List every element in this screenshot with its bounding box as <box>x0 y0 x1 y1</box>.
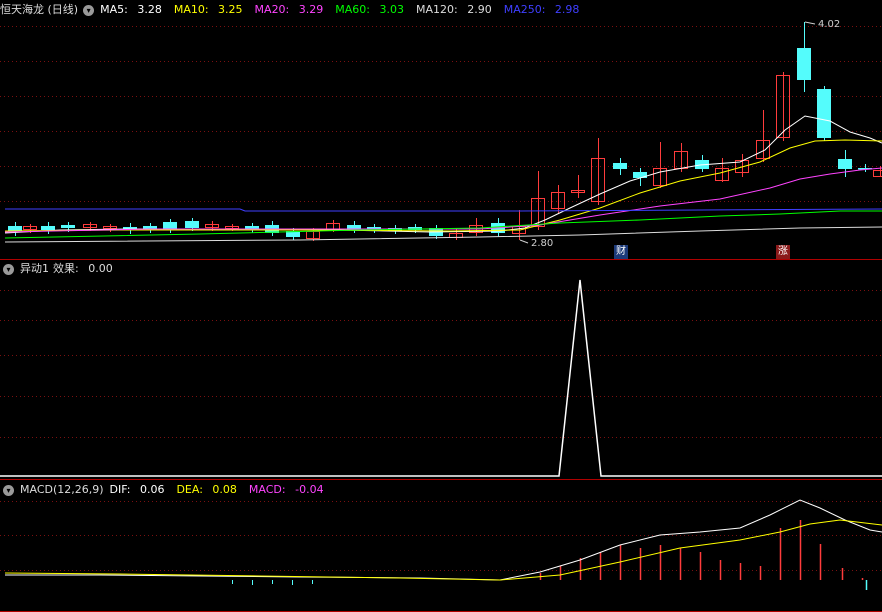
financial-report-badge[interactable]: 财 <box>614 245 628 259</box>
ma5-indicator: MA5: 3.28 <box>100 3 162 16</box>
low-price-label: 2.80 <box>531 238 554 249</box>
macd-panel-title: MACD(12,26,9) <box>20 483 104 496</box>
limit-up-badge[interactable]: 涨 <box>776 245 790 259</box>
candle-body-down <box>41 226 55 230</box>
collapse-arrow-icon[interactable]: ▾ <box>3 484 14 496</box>
yidong-panel-title: 异动1 <box>20 262 49 275</box>
candle-body-down <box>185 221 199 228</box>
dea-indicator: DEA: 0.08 <box>176 483 237 496</box>
high-price-label: 4.02 <box>818 19 841 30</box>
candle-body-down <box>817 89 831 138</box>
ma60-line <box>4 210 882 239</box>
candle-body-down <box>633 172 647 178</box>
candle-body-down <box>797 48 811 80</box>
ma20-line <box>4 167 882 233</box>
ma250-line <box>5 208 882 212</box>
ma10-line <box>4 139 882 232</box>
ma20-indicator: MA20: 3.29 <box>254 3 324 16</box>
main-panel-title: 恒天海龙 (日线) <box>0 3 79 16</box>
dif-line <box>5 499 882 581</box>
yidong-effect-indicator: 效果: 0.00 <box>53 262 113 275</box>
yidong-spike-line <box>0 279 882 477</box>
candle-body-down <box>163 222 177 229</box>
high-pointer <box>804 21 816 25</box>
candle-body-down <box>61 225 75 228</box>
ma10-indicator: MA10: 3.25 <box>173 3 243 16</box>
ma250-indicator: MA250: 2.98 <box>503 3 580 16</box>
macd-indicator: MACD: -0.04 <box>248 483 324 496</box>
ma60-indicator: MA60: 3.03 <box>335 3 404 16</box>
yidong-panel-legend: ▾ 异动1 效果: 0.00 <box>0 261 125 277</box>
main-panel-legend: 恒天海龙 (日线) ▾ MA5: 3.28 MA10: 3.25 MA20: 3… <box>0 2 591 18</box>
low-pointer <box>519 239 529 244</box>
dif-indicator: DIF: 0.06 <box>109 483 165 496</box>
macd-panel-legend: ▾ MACD(12,26,9) DIF: 0.06 DEA: 0.08 MACD… <box>0 482 336 498</box>
collapse-arrow-icon[interactable]: ▾ <box>3 263 14 275</box>
collapse-arrow-icon[interactable]: ▾ <box>83 4 95 16</box>
stock-chart[interactable] <box>0 0 882 612</box>
candle-body-down <box>838 159 852 169</box>
ma120-indicator: MA120: 2.90 <box>415 3 492 16</box>
candle-body-down <box>8 226 22 231</box>
candle-body-down <box>613 163 627 169</box>
